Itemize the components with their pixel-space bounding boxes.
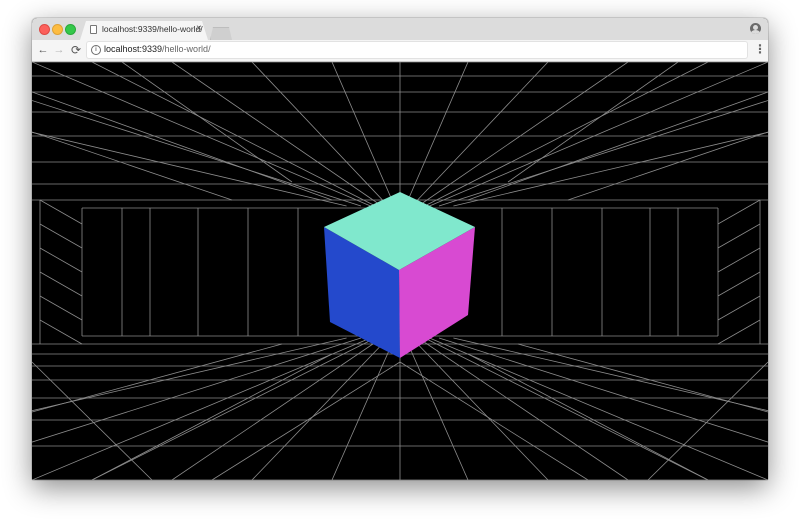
back-arrow-icon[interactable]: ← bbox=[36, 42, 50, 58]
url-host: localhost:9339 bbox=[104, 44, 163, 54]
close-window-button[interactable] bbox=[39, 24, 50, 35]
tab-close-icon[interactable]: × bbox=[196, 23, 202, 35]
browser-window: localhost:9339/hello-world/ × ← → ⟳ i lo… bbox=[32, 18, 768, 480]
webgl-canvas[interactable] bbox=[32, 62, 768, 480]
forward-arrow-icon[interactable]: → bbox=[52, 42, 66, 58]
minimize-window-button[interactable] bbox=[52, 24, 63, 35]
url-path: /hello-world/ bbox=[162, 44, 211, 54]
new-tab-button[interactable] bbox=[210, 27, 232, 40]
tab-bar: localhost:9339/hello-world/ × bbox=[32, 18, 768, 40]
more-menu-icon[interactable]: ⋮ bbox=[754, 41, 766, 57]
browser-toolbar: ← → ⟳ i localhost:9339/hello-world/ ☆ ⋮ bbox=[32, 40, 768, 62]
tab-title: localhost:9339/hello-world/ bbox=[102, 24, 203, 34]
reload-icon[interactable]: ⟳ bbox=[69, 42, 83, 58]
account-circle-icon[interactable] bbox=[750, 23, 761, 34]
info-icon[interactable]: i bbox=[91, 45, 101, 55]
document-icon bbox=[90, 25, 97, 34]
tab-hello-world[interactable]: localhost:9339/hello-world/ × bbox=[80, 21, 208, 40]
url-text[interactable]: localhost:9339/hello-world/ bbox=[104, 44, 211, 54]
maximize-window-button[interactable] bbox=[65, 24, 76, 35]
address-bar[interactable]: i localhost:9339/hello-world/ ☆ bbox=[87, 42, 747, 58]
scene-svg bbox=[32, 62, 768, 480]
